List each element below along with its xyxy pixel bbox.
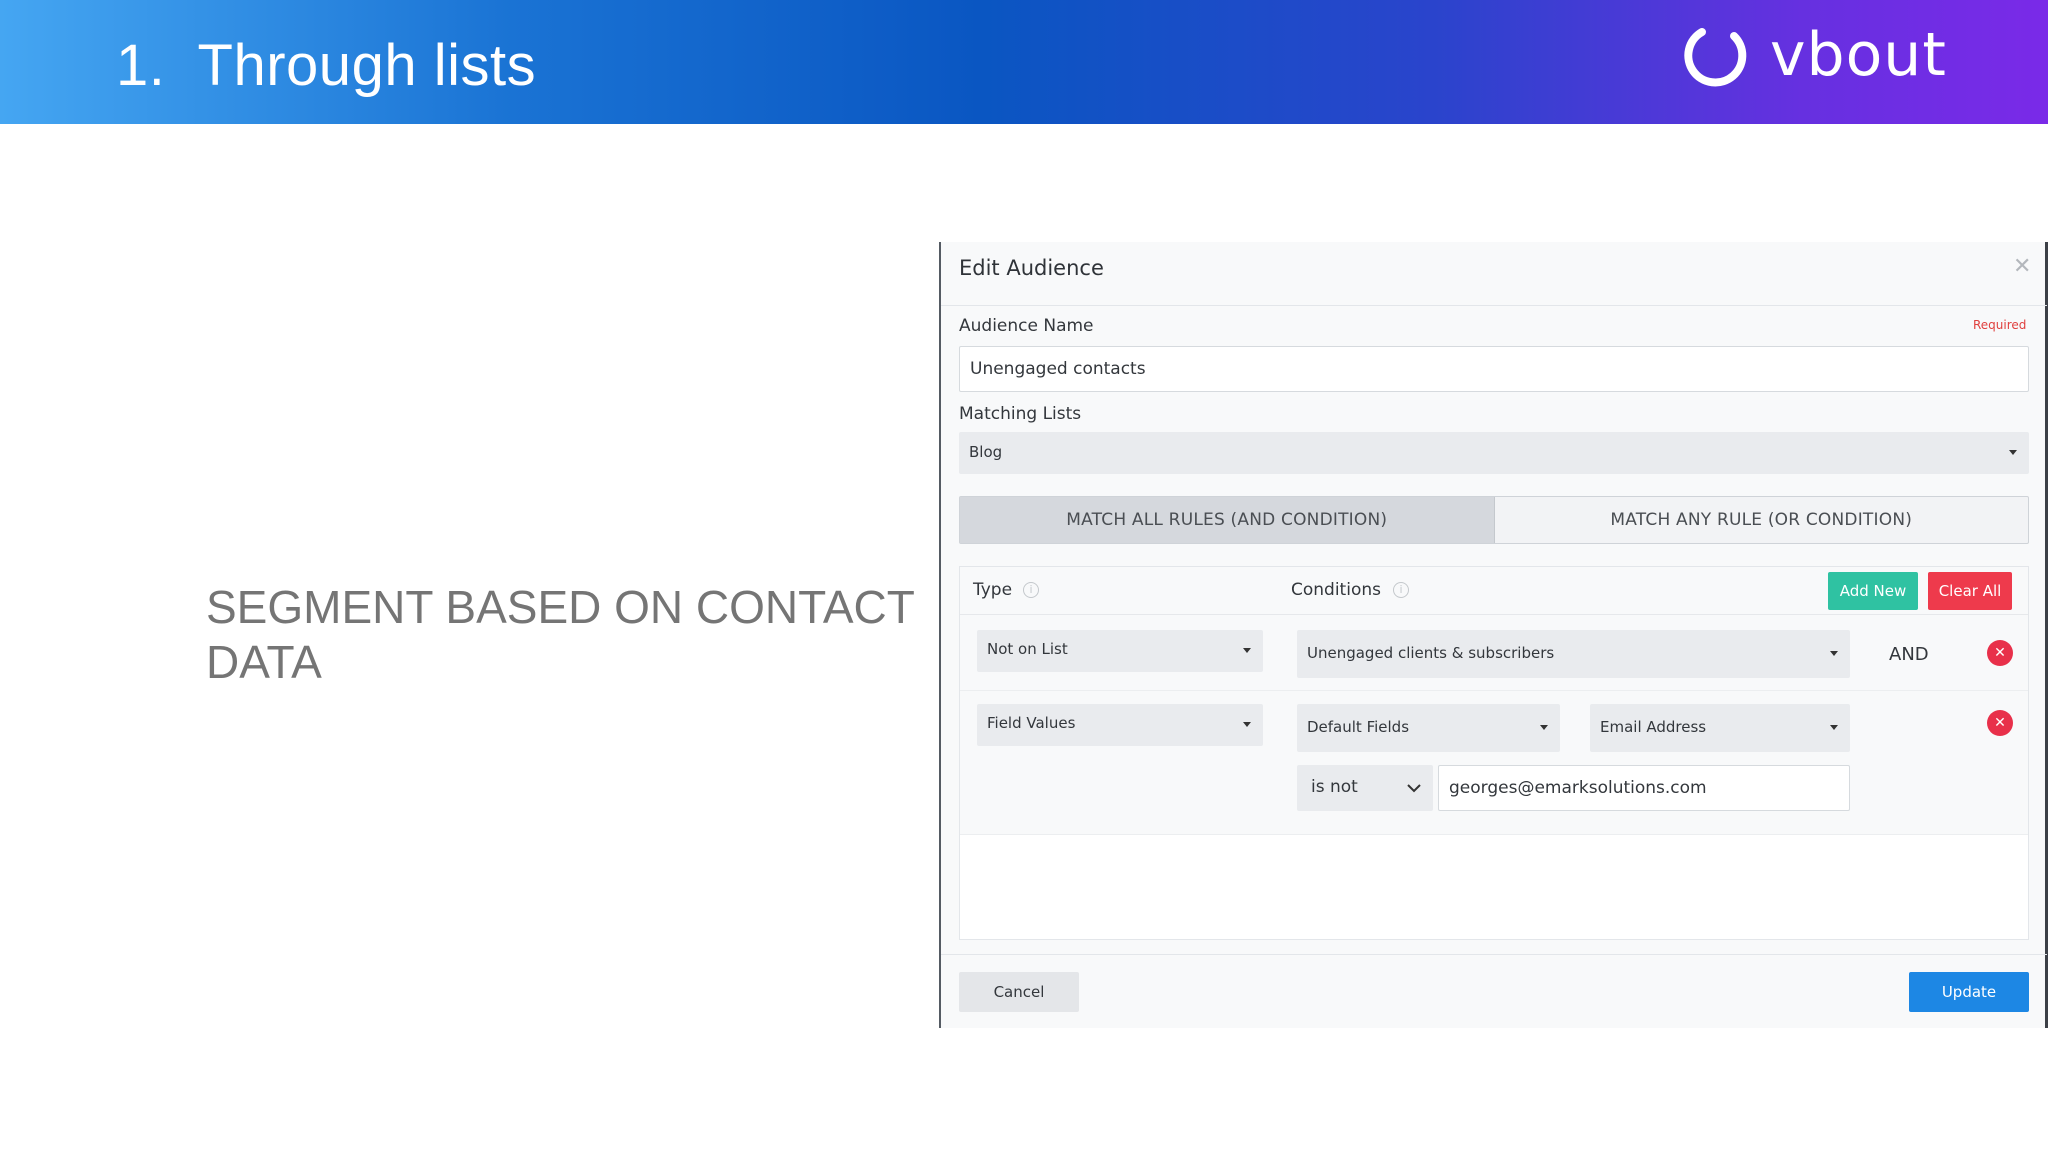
caret-down-icon [1243,648,1251,653]
matching-lists-value: Blog [969,443,1003,461]
caret-down-icon [2009,450,2017,455]
logo-text: vbout [1770,20,1947,90]
matching-lists-select[interactable]: Blog [959,432,2029,474]
remove-rule-icon[interactable]: ✕ [1987,640,2013,666]
chevron-down-icon [1407,784,1421,793]
edit-audience-modal: Edit Audience ✕ Audience Name Required U… [939,242,2048,1028]
match-mode-toggle: MATCH ALL RULES (AND CONDITION) MATCH AN… [959,496,2029,544]
clear-all-button[interactable]: Clear All [1928,572,2012,610]
field-group-value: Default Fields [1307,718,1410,736]
operator-value: is not [1311,777,1358,797]
info-icon[interactable]: i [1393,582,1409,598]
field-group-select[interactable]: Default Fields [1297,704,1560,752]
modal-title: Edit Audience [959,256,1104,280]
vbout-logo-ring-icon [1684,28,1747,87]
cancel-button[interactable]: Cancel [959,972,1079,1012]
modal-footer: Cancel Update [941,954,2047,1028]
field-value-input[interactable]: georges@emarksolutions.com [1438,765,1850,811]
caret-down-icon [1243,722,1251,727]
rule-type-value: Field Values [987,714,1076,732]
match-all-rules-button[interactable]: MATCH ALL RULES (AND CONDITION) [960,497,1495,543]
info-icon[interactable]: i [1023,582,1039,598]
modal-header: Edit Audience ✕ [941,242,2047,306]
rule-row: Field Values Default Fields Email Addres… [960,691,2028,835]
field-select[interactable]: Email Address [1590,704,1850,752]
slide-title: 1. Through lists [116,33,537,98]
add-new-button[interactable]: Add New [1828,572,1918,610]
slide-header-banner: 1. Through lists vbout [0,0,2048,124]
condition-list-select[interactable]: Unengaged clients & subscribers [1297,630,1850,678]
matching-lists-label: Matching Lists [959,404,1082,424]
caret-down-icon [1830,725,1838,730]
slide-caption: SEGMENT BASED ON CONTACT DATA [206,581,914,688]
conditions-column-label: Conditions [1291,580,1381,600]
rules-panel: Type i Conditions i Add New Clear All No… [959,566,2029,940]
caret-down-icon [1830,651,1838,656]
match-any-rule-button[interactable]: MATCH ANY RULE (OR CONDITION) [1495,497,2029,543]
operator-select[interactable]: is not [1297,765,1433,811]
field-value: Email Address [1600,718,1707,736]
rule-type-select[interactable]: Not on List [977,630,1263,672]
rules-header: Type i Conditions i Add New Clear All [960,567,2028,615]
update-button[interactable]: Update [1909,972,2029,1012]
condition-list-value: Unengaged clients & subscribers [1307,644,1555,662]
rule-row: Not on List Unengaged clients & subscrib… [960,615,2028,691]
rule-type-value: Not on List [987,640,1068,658]
audience-name-label: Audience Name [959,316,1094,336]
vbout-logo: vbout [1682,20,1946,92]
close-icon[interactable]: ✕ [2013,256,2031,278]
rule-type-select[interactable]: Field Values [977,704,1263,746]
audience-name-input[interactable]: Unengaged contacts [959,346,2029,392]
type-column-label: Type [973,580,1013,600]
rule-joiner-label: AND [1889,644,1929,665]
caret-down-icon [1540,725,1548,730]
required-label: Required [1973,318,2027,332]
remove-rule-icon[interactable]: ✕ [1987,710,2013,736]
